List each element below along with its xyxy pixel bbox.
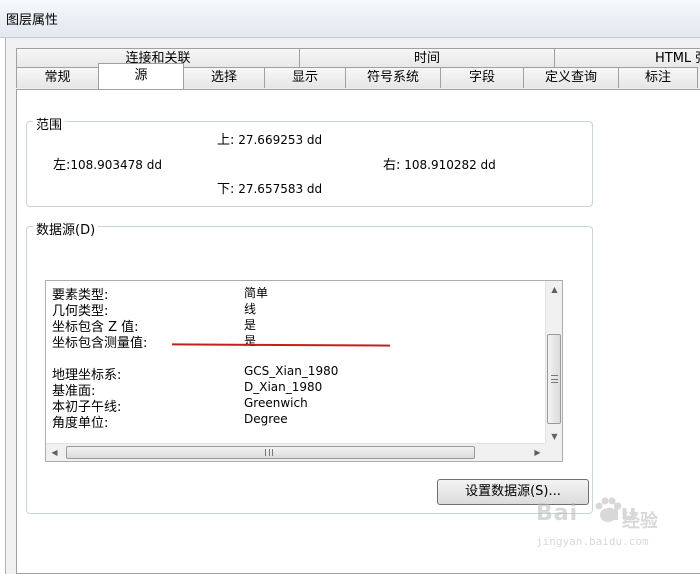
scroll-up-icon[interactable]: ▲ bbox=[546, 281, 562, 298]
horizontal-scroll-thumb[interactable] bbox=[66, 446, 475, 459]
tab-labels[interactable]: 标注 bbox=[618, 67, 698, 88]
vertical-scroll-thumb[interactable] bbox=[547, 334, 561, 424]
paw-icon bbox=[595, 497, 622, 522]
baidu-watermark: Bai du 经验 jingyan.baidu.com bbox=[536, 497, 676, 557]
tab-symbology[interactable]: 符号系统 bbox=[345, 67, 441, 88]
extent-bottom-value: 27.657583 dd bbox=[238, 182, 323, 196]
extent-right-value: 108.910282 dd bbox=[404, 158, 496, 172]
extent-bottom: 下: 27.657583 dd bbox=[217, 178, 322, 197]
window-title: 图层属性 bbox=[6, 13, 59, 28]
extent-bottom-label: 下: bbox=[217, 182, 235, 197]
tab-definition-query[interactable]: 定义查询 bbox=[523, 67, 619, 88]
property-value: Greenwich bbox=[244, 396, 308, 410]
property-value: 线 bbox=[244, 302, 257, 316]
extent-right-label: 右: bbox=[383, 158, 401, 173]
extent-group: 范围 上: 27.669253 dd 左:108.903478 dd 右: 10… bbox=[26, 114, 593, 207]
tab-display[interactable]: 显示 bbox=[264, 67, 346, 88]
datasource-properties-list[interactable]: 要素类型: 简单 几何类型: 线 坐标包含 Z 值: 是 坐标包含测量值: 是 … bbox=[45, 280, 563, 462]
extent-top-label: 上: bbox=[217, 133, 235, 148]
property-key: 坐标包含测量值: bbox=[52, 336, 148, 351]
grip-icon bbox=[551, 375, 558, 383]
watermark-brand: 经验 bbox=[622, 511, 658, 532]
scroll-left-icon[interactable]: ◀ bbox=[46, 444, 63, 461]
scrollbar-corner bbox=[545, 443, 562, 461]
extent-left: 左:108.903478 dd bbox=[53, 154, 162, 173]
extent-right: 右: 108.910282 dd bbox=[383, 154, 496, 173]
tab-html-popup[interactable]: HTML 弹 bbox=[554, 48, 700, 69]
datasource-group-title: 数据源(D) bbox=[33, 219, 99, 238]
tab-general[interactable]: 常规 bbox=[16, 67, 99, 88]
property-value: 是 bbox=[244, 334, 257, 348]
tab-source[interactable]: 源 bbox=[98, 63, 184, 89]
property-key: 角度单位: bbox=[52, 416, 109, 431]
extent-left-label: 左: bbox=[53, 158, 71, 173]
extent-left-value: 108.903478 dd bbox=[70, 158, 162, 172]
scroll-right-icon[interactable]: ▶ bbox=[529, 444, 546, 461]
extent-top: 上: 27.669253 dd bbox=[217, 129, 322, 148]
property-value: GCS_Xian_1980 bbox=[244, 364, 339, 378]
tab-fields[interactable]: 字段 bbox=[440, 67, 524, 88]
property-value: Degree bbox=[244, 412, 288, 426]
title-bar: 图层属性 bbox=[0, 0, 700, 38]
dialog-body: 连接和关联 时间 HTML 弹 常规 源 选择 显示 符号系统 字段 定义查询 … bbox=[5, 38, 700, 574]
tab-selection[interactable]: 选择 bbox=[183, 67, 265, 88]
watermark-url: jingyan.baidu.com bbox=[536, 535, 649, 548]
vertical-scrollbar[interactable]: ▲ ▼ bbox=[545, 281, 562, 445]
grip-icon bbox=[265, 449, 273, 456]
property-value: 是 bbox=[244, 318, 257, 332]
extent-top-value: 27.669253 dd bbox=[238, 133, 323, 147]
property-value: 简单 bbox=[244, 286, 269, 300]
horizontal-scrollbar[interactable]: ◀ ▶ bbox=[46, 443, 546, 461]
property-value: D_Xian_1980 bbox=[244, 380, 323, 394]
extent-group-title: 范围 bbox=[33, 114, 66, 133]
tab-time[interactable]: 时间 bbox=[299, 48, 555, 69]
